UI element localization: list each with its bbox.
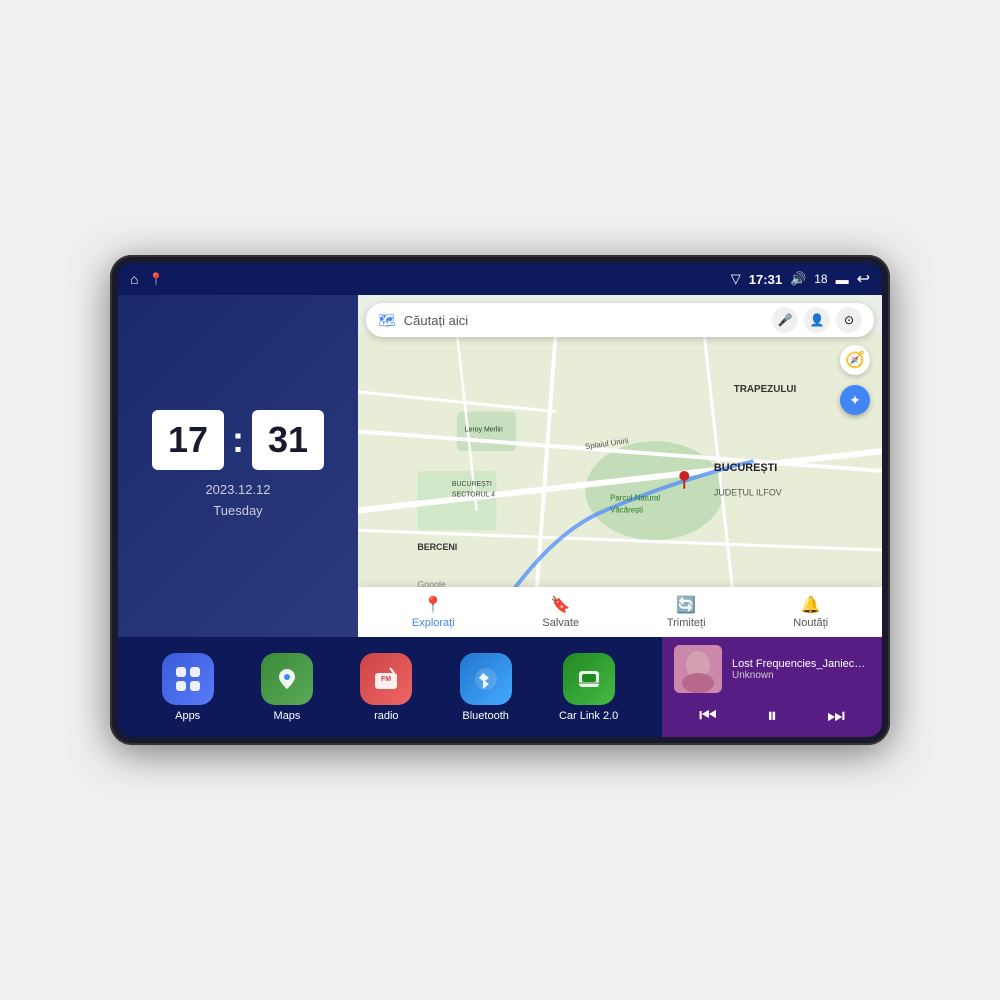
music-prev-button[interactable]: ⏮ xyxy=(691,703,725,730)
news-icon: 🔔 xyxy=(801,595,821,615)
map-news-button[interactable]: 🔔 Noutăți xyxy=(793,595,828,629)
svg-text:Leroy Merlin: Leroy Merlin xyxy=(465,426,503,433)
explore-icon: 📍 xyxy=(423,595,443,615)
music-artist: Unknown xyxy=(732,670,870,681)
saved-icon: 🔖 xyxy=(551,595,571,615)
music-controls: ⏮ ⏸ ⏭ xyxy=(674,699,870,734)
map-compass-button[interactable]: 🧭 xyxy=(840,345,870,375)
map-area[interactable]: TRAPEZULUI BUCUREȘTI JUDEȚUL ILFOV BERCE… xyxy=(358,295,882,637)
svg-text:Parcul Natural: Parcul Natural xyxy=(610,494,660,503)
status-bar: ⌂ 📍 ▽ 17:31 🔊 18 ▬ ↩ xyxy=(118,263,882,295)
carlink-label: Car Link 2.0 xyxy=(559,710,618,722)
music-title: Lost Frequencies_Janieck Devy-... xyxy=(732,658,870,670)
map-search-bar[interactable]: 🗺 Căutați aici 🎤 👤 ⊙ xyxy=(366,303,874,337)
apps-icon xyxy=(162,653,214,705)
top-row: 17 : 31 2023.12.12 Tuesday xyxy=(118,295,882,637)
battery-level: 18 xyxy=(814,272,827,286)
map-search-actions: 🎤 👤 ⊙ xyxy=(772,307,862,333)
music-next-button[interactable]: ⏭ xyxy=(819,703,853,730)
map-voice-search-button[interactable]: 🎤 xyxy=(772,307,798,333)
music-play-pause-button[interactable]: ⏸ xyxy=(759,703,785,730)
svg-text:FM: FM xyxy=(381,676,391,683)
map-google-icon: 🗺 xyxy=(378,312,396,329)
bottom-row: Apps Maps xyxy=(118,637,882,737)
svg-text:Văcărești: Văcărești xyxy=(610,505,643,514)
music-top-area: Lost Frequencies_Janieck Devy-... Unknow… xyxy=(674,645,870,693)
apps-area: Apps Maps xyxy=(118,637,662,737)
device-body: ⌂ 📍 ▽ 17:31 🔊 18 ▬ ↩ 17 : xyxy=(110,255,890,745)
bluetooth-icon xyxy=(460,653,512,705)
app-icon-apps[interactable]: Apps xyxy=(162,653,214,722)
music-player: Lost Frequencies_Janieck Devy-... Unknow… xyxy=(662,637,882,737)
clock-widget: 17 : 31 2023.12.12 Tuesday xyxy=(118,295,358,637)
clock-hour: 17 xyxy=(152,410,224,470)
music-info: Lost Frequencies_Janieck Devy-... Unknow… xyxy=(732,658,870,681)
map-share-button[interactable]: 🔄 Trimiteți xyxy=(667,595,706,629)
news-label: Noutăți xyxy=(793,617,828,629)
map-location-button[interactable]: ✦ xyxy=(840,385,870,415)
svg-text:BERCENI: BERCENI xyxy=(417,542,457,552)
map-layers-button[interactable]: ⊙ xyxy=(836,307,862,333)
status-time: 17:31 xyxy=(749,272,782,287)
clock-minute: 31 xyxy=(252,410,324,470)
battery-icon: ▬ xyxy=(836,272,849,287)
svg-text:BUCUREȘTI: BUCUREȘTI xyxy=(452,481,492,488)
bluetooth-label: Bluetooth xyxy=(462,710,508,722)
app-icon-carlink[interactable]: Car Link 2.0 xyxy=(559,653,618,722)
share-label: Trimiteți xyxy=(667,617,706,629)
clock-date: 2023.12.12 Tuesday xyxy=(205,480,270,522)
saved-label: Salvate xyxy=(542,617,579,629)
share-icon: 🔄 xyxy=(676,595,696,615)
carlink-icon xyxy=(563,653,615,705)
app-icon-radio[interactable]: FM radio xyxy=(360,653,412,722)
explore-label: Explorați xyxy=(412,617,455,629)
svg-text:JUDEȚUL ILFOV: JUDEȚUL ILFOV xyxy=(714,488,782,498)
status-left-icons: ⌂ 📍 xyxy=(130,271,163,287)
main-content: 17 : 31 2023.12.12 Tuesday xyxy=(118,295,882,737)
map-saved-button[interactable]: 🔖 Salvate xyxy=(542,595,579,629)
clock-digits: 17 : 31 xyxy=(152,410,324,470)
apps-label: Apps xyxy=(175,710,200,722)
device-screen: ⌂ 📍 ▽ 17:31 🔊 18 ▬ ↩ 17 : xyxy=(118,263,882,737)
map-bottom-bar: 📍 Explorați 🔖 Salvate 🔄 Trimiteți � xyxy=(358,587,882,637)
radio-icon: FM xyxy=(360,653,412,705)
svg-text:BUCUREȘTI: BUCUREȘTI xyxy=(714,462,777,474)
maps-app-icon xyxy=(261,653,313,705)
app-icon-bluetooth[interactable]: Bluetooth xyxy=(460,653,512,722)
map-account-button[interactable]: 👤 xyxy=(804,307,830,333)
back-icon[interactable]: ↩ xyxy=(857,269,870,289)
clock-colon: : xyxy=(232,419,244,461)
status-right-info: ▽ 17:31 🔊 18 ▬ ↩ xyxy=(731,269,870,289)
radio-label: radio xyxy=(374,710,398,722)
home-icon[interactable]: ⌂ xyxy=(130,271,138,287)
map-background: TRAPEZULUI BUCUREȘTI JUDEȚUL ILFOV BERCE… xyxy=(358,295,882,637)
svg-text:SECTORUL 4: SECTORUL 4 xyxy=(452,492,495,499)
maps-label: Maps xyxy=(274,710,301,722)
map-explore-button[interactable]: 📍 Explorați xyxy=(412,595,455,629)
volume-icon: 🔊 xyxy=(790,271,806,287)
svg-text:TRAPEZULUI: TRAPEZULUI xyxy=(734,384,797,395)
music-album-art xyxy=(674,645,722,693)
signal-icon: ▽ xyxy=(731,271,741,287)
maps-icon[interactable]: 📍 xyxy=(148,272,163,286)
map-search-placeholder: Căutați aici xyxy=(404,313,764,328)
app-icon-maps[interactable]: Maps xyxy=(261,653,313,722)
